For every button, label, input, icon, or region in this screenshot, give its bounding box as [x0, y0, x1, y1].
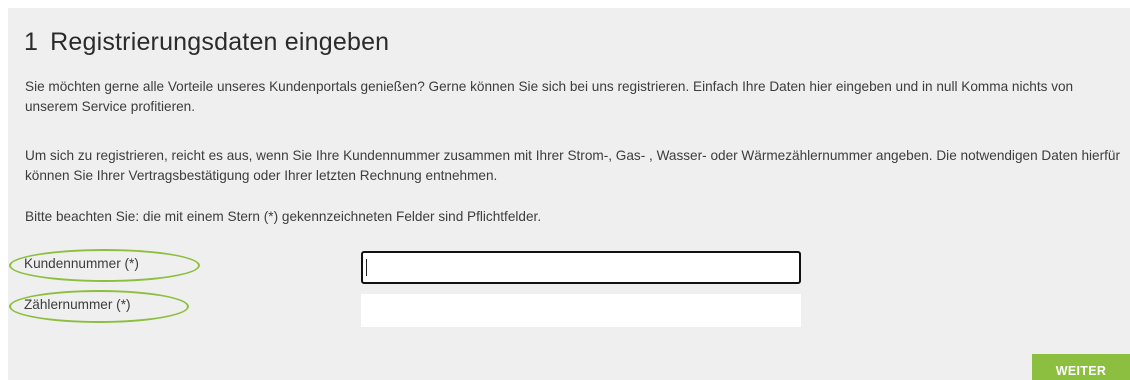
text-cursor — [366, 259, 367, 276]
next-button[interactable]: WEITER — [1032, 354, 1130, 380]
intro-text: Sie möchten gerne alle Vorteile unseres … — [25, 79, 1074, 114]
customer-number-label: Kundennummer (*) — [24, 256, 139, 271]
customer-number-input[interactable] — [361, 251, 801, 284]
step-number: 1 — [24, 28, 39, 56]
title-text: Registrierungsdaten eingeben — [50, 28, 390, 56]
page-title: 1 Registrierungsdaten eingeben — [24, 28, 389, 57]
meter-number-input[interactable] — [361, 294, 801, 327]
required-fields-note: Bitte beachten Sie: die mit einem Stern … — [25, 209, 542, 224]
instruction-text: Um sich zu registrieren, reicht es aus, … — [25, 148, 1120, 183]
meter-number-label: Zählernummer (*) — [24, 297, 131, 312]
